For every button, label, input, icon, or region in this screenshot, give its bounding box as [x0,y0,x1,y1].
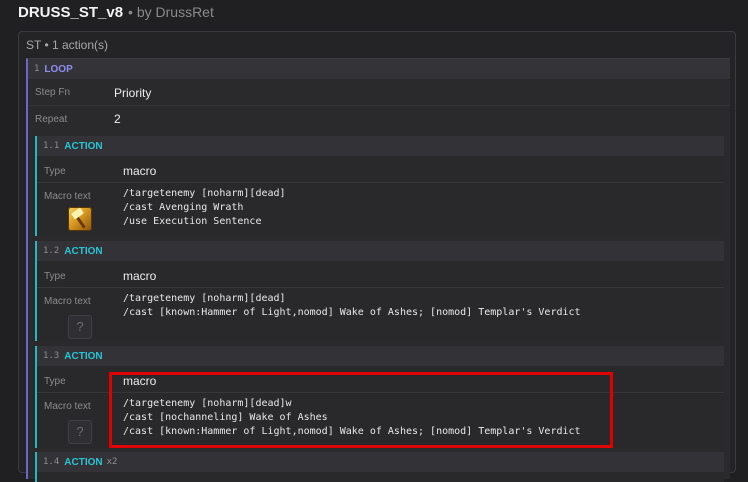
action-number: 1.2 [43,246,60,256]
action-header[interactable]: 1.2 ACTION [37,241,724,261]
action-header[interactable]: 1.1 ACTION [37,136,724,156]
divider [37,287,724,288]
type-label: Type [44,166,66,177]
macro-text[interactable]: /targetenemy [noharm][dead] /cast [known… [123,292,581,320]
question-mark-icon[interactable]: ? [68,420,92,444]
step-fn-value[interactable]: Priority [114,86,151,100]
divider [37,182,724,183]
sequence-group-panel: ST • 1 action(s) 1 LOOP Step Fn Priority… [18,31,736,482]
macro-text[interactable]: /targetenemy [noharm][dead] /cast Avengi… [123,187,286,229]
sequence-title: DRUSS_ST_v8 [18,4,124,21]
type-label: Type [44,271,66,282]
repeat-label: Repeat [35,113,68,125]
macro-text-label: Macro text [44,296,91,307]
action-block-1-1: 1.1 ACTION Type macro Macro text /target… [35,136,724,236]
loop-header[interactable]: 1 LOOP [28,59,730,79]
action-keyword: ACTION [64,456,103,468]
action-block-1-3: 1.3 ACTION Type macro Macro text ? /targ… [35,346,724,448]
step-fn-label: Step Fn [35,87,71,98]
author-byline: • by DrussRet [128,4,214,20]
loop-keyword: LOOP [44,63,73,75]
action-block-1-2: 1.2 ACTION Type macro Macro text ? /targ… [35,241,724,341]
question-mark-icon[interactable]: ? [68,315,92,339]
type-label: Type [44,376,66,387]
action-header[interactable]: 1.4 ACTION x2 [37,452,724,472]
action-number: 1.4 [43,457,60,467]
action-number: 1.3 [43,351,60,361]
divider [37,392,724,393]
page-header: DRUSS_ST_v8 • by DrussRet [18,4,214,24]
repeat-value[interactable]: 2 [114,112,121,126]
macro-text-label: Macro text [44,191,91,202]
loop-block: 1 LOOP Step Fn Priority Repeat 2 1.1 ACT… [26,58,730,482]
macro-text[interactable]: /targetenemy [noharm][dead]w /cast [noch… [123,397,581,439]
step-fn-row: Step Fn Priority [28,80,730,106]
action-number: 1.1 [43,141,60,151]
group-summary: ST • 1 action(s) [26,38,109,52]
action-header[interactable]: 1.3 ACTION [37,346,724,366]
avenging-wrath-hammer-icon[interactable] [68,207,92,231]
macro-text-label: Macro text [44,401,91,412]
loop-number: 1 [34,64,40,74]
repeat-row: Repeat 2 [28,106,730,132]
type-value[interactable]: macro [123,374,156,388]
action-keyword: ACTION [64,245,103,257]
action-block-1-4: 1.4 ACTION x2 [35,452,724,482]
action-keyword: ACTION [64,350,103,362]
action-repeat-suffix: x2 [106,457,118,467]
type-value[interactable]: macro [123,269,156,283]
action-keyword: ACTION [64,140,103,152]
type-value[interactable]: macro [123,164,156,178]
